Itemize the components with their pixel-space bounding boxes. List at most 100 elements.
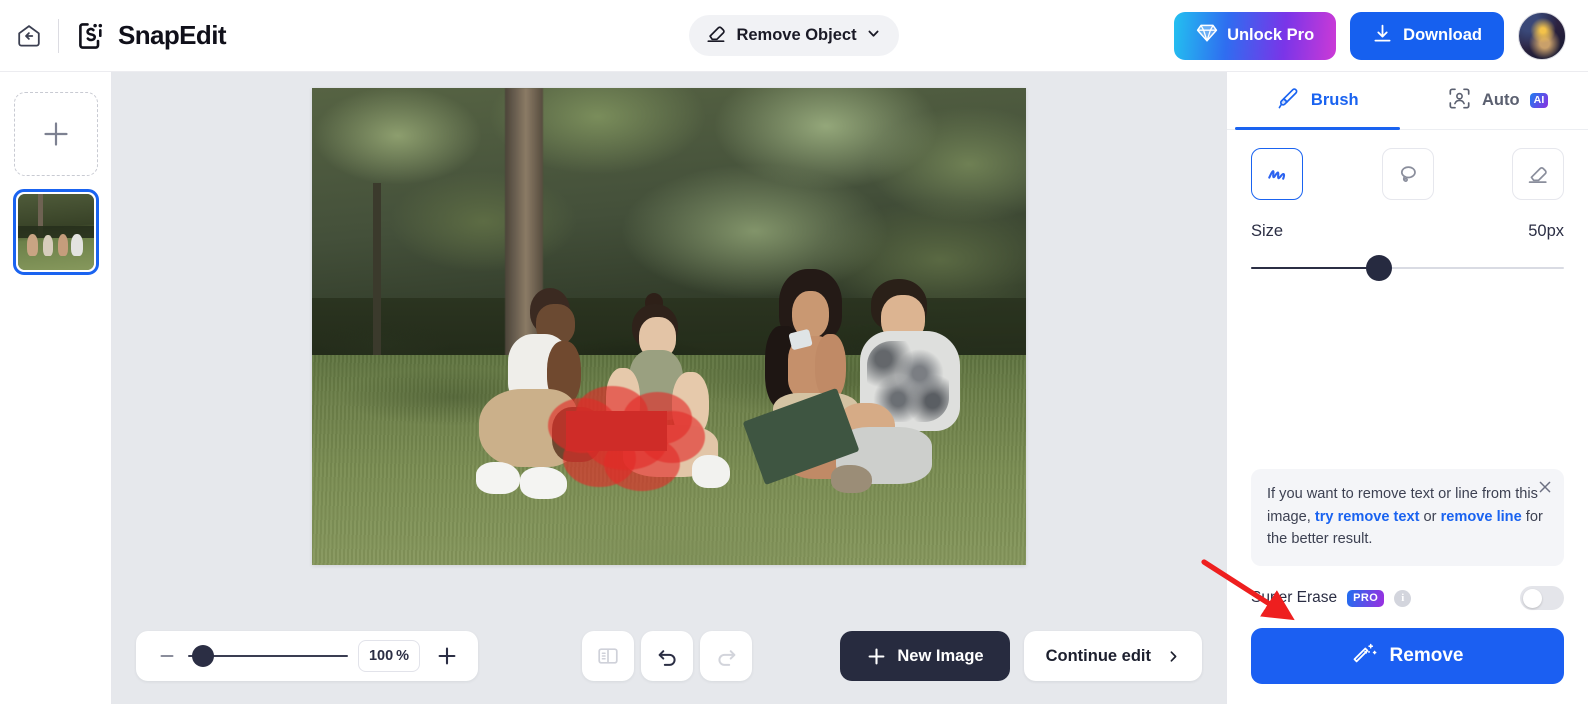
photo-person-4 <box>826 278 997 518</box>
download-button[interactable]: Download <box>1350 11 1504 60</box>
photo-person-2 <box>598 293 741 512</box>
continue-edit-label: Continue edit <box>1045 646 1151 665</box>
toggle-knob <box>1523 588 1542 608</box>
size-label: Size <box>1251 222 1284 240</box>
mode-label: Remove Object <box>736 26 857 44</box>
magic-wand-glyph <box>1353 643 1376 663</box>
unlock-pro-label: Unlock Pro <box>1227 26 1315 44</box>
plus-icon <box>438 647 456 665</box>
pro-badge: PRO <box>1347 589 1385 607</box>
thumbnail-item[interactable] <box>12 189 99 275</box>
eraser-icon <box>705 22 727 49</box>
header-divider <box>58 18 59 53</box>
zoom-in-button[interactable] <box>430 639 464 673</box>
lasso-tool[interactable] <box>1381 148 1434 200</box>
info-icon[interactable]: i <box>1394 589 1412 607</box>
undo-icon <box>658 649 676 666</box>
chevron-right-icon <box>1170 650 1177 662</box>
eraser-tool[interactable] <box>1512 148 1564 200</box>
zoom-value-input[interactable]: 100 % <box>358 640 420 672</box>
zoom-slider[interactable] <box>188 639 348 673</box>
chevron-down-glyph <box>868 30 879 37</box>
zoom-value: 100 <box>368 648 394 664</box>
snapedit-app: SnapEdit Remove Object Unlock Pro Downlo… <box>0 0 1588 704</box>
unlock-pro-button[interactable]: Unlock Pro <box>1174 11 1337 60</box>
minus-icon <box>160 655 174 657</box>
zoom-out-button[interactable] <box>150 639 184 673</box>
size-slider-thumb[interactable] <box>1366 255 1393 281</box>
remove-line-link[interactable]: remove line <box>1441 509 1522 525</box>
back-arrow-home-glyph <box>18 24 40 46</box>
compare-split-icon <box>598 648 618 664</box>
face-detect-icon <box>1447 86 1472 116</box>
try-remove-text-link[interactable]: try remove text <box>1315 509 1420 525</box>
super-erase-label: Super Erase <box>1251 589 1338 606</box>
header-actions: Unlock Pro Download <box>1174 11 1566 60</box>
tip-text-mid: or <box>1419 508 1441 525</box>
zoom-slider-thumb[interactable] <box>192 645 214 667</box>
chevron-down-icon <box>866 26 881 46</box>
remove-button[interactable]: Remove <box>1251 628 1564 684</box>
image-rail <box>0 72 112 704</box>
diamond-glyph <box>1196 24 1218 42</box>
panel-tabs: Brush Auto AI <box>1227 72 1588 130</box>
tab-brush-label: Brush <box>1310 91 1359 109</box>
avatar[interactable] <box>1518 11 1566 60</box>
snapedit-logo-icon <box>75 19 109 53</box>
brush-tool[interactable] <box>1251 148 1303 200</box>
photo-post <box>373 183 382 356</box>
compare-button[interactable] <box>582 631 634 681</box>
magic-wand-icon <box>1352 640 1378 672</box>
download-glyph <box>1374 24 1391 41</box>
add-image-button[interactable] <box>13 92 98 176</box>
redo-button[interactable] <box>700 631 752 681</box>
snapedit-logo-glyph <box>79 22 103 49</box>
tab-auto[interactable]: Auto AI <box>1408 72 1588 129</box>
brush-tool-group <box>1227 130 1588 200</box>
tip-banner: If you want to remove text or line from … <box>1251 469 1564 566</box>
brush-size-slider[interactable] <box>1251 255 1564 281</box>
plus-icon <box>43 122 68 146</box>
back-arrow-home-icon[interactable] <box>10 17 48 55</box>
diamond-icon <box>1196 23 1218 48</box>
bottom-toolbar: 100 % New Image Continue edit <box>112 618 1226 704</box>
lasso-icon <box>1400 166 1416 182</box>
plus-icon <box>868 648 885 664</box>
canvas-stage: 100 % New Image Continue edit <box>112 72 1226 704</box>
history-controls <box>582 631 752 681</box>
continue-edit-button[interactable]: Continue edit <box>1023 631 1202 681</box>
close-glyph <box>1539 481 1551 493</box>
scribble-icon <box>1268 170 1286 180</box>
new-image-button[interactable]: New Image <box>840 631 1010 681</box>
zoom-unit: % <box>396 648 410 664</box>
panel-spacer <box>1227 281 1588 469</box>
brand-logo[interactable]: SnapEdit <box>75 19 226 53</box>
remove-object-dropdown[interactable]: Remove Object <box>689 15 899 56</box>
face-detect-glyph <box>1449 87 1470 109</box>
redo-icon <box>717 649 735 666</box>
tools-panel: Brush Auto AI Size 50px If you want to r… <box>1226 72 1588 704</box>
brush-size-row: Size 50px <box>1227 200 1588 241</box>
size-slider-fill <box>1251 266 1380 270</box>
size-value: 50px <box>1528 222 1564 240</box>
canvas-actions: New Image Continue edit <box>840 631 1202 681</box>
eraser-glyph <box>707 26 726 43</box>
brand-name: SnapEdit <box>118 20 226 50</box>
new-image-label: New Image <box>897 646 984 665</box>
eraser-icon <box>1528 167 1547 183</box>
editor-photo[interactable] <box>312 88 1026 565</box>
close-icon[interactable] <box>1537 479 1553 503</box>
canvas-area[interactable] <box>112 72 1226 618</box>
thumbnail-image <box>17 194 94 270</box>
tab-auto-label: Auto <box>1482 91 1520 109</box>
tab-brush[interactable]: Brush <box>1227 72 1408 130</box>
remove-button-label: Remove <box>1389 645 1464 666</box>
super-erase-toggle[interactable] <box>1520 586 1564 610</box>
super-erase-row: Super Erase PRO i <box>1227 566 1588 610</box>
paintbrush-icon <box>1276 86 1301 116</box>
ai-badge: AI <box>1529 93 1549 108</box>
zoom-controls: 100 % <box>136 631 478 681</box>
download-icon <box>1372 23 1393 49</box>
undo-button[interactable] <box>641 631 693 681</box>
download-label: Download <box>1403 26 1482 44</box>
